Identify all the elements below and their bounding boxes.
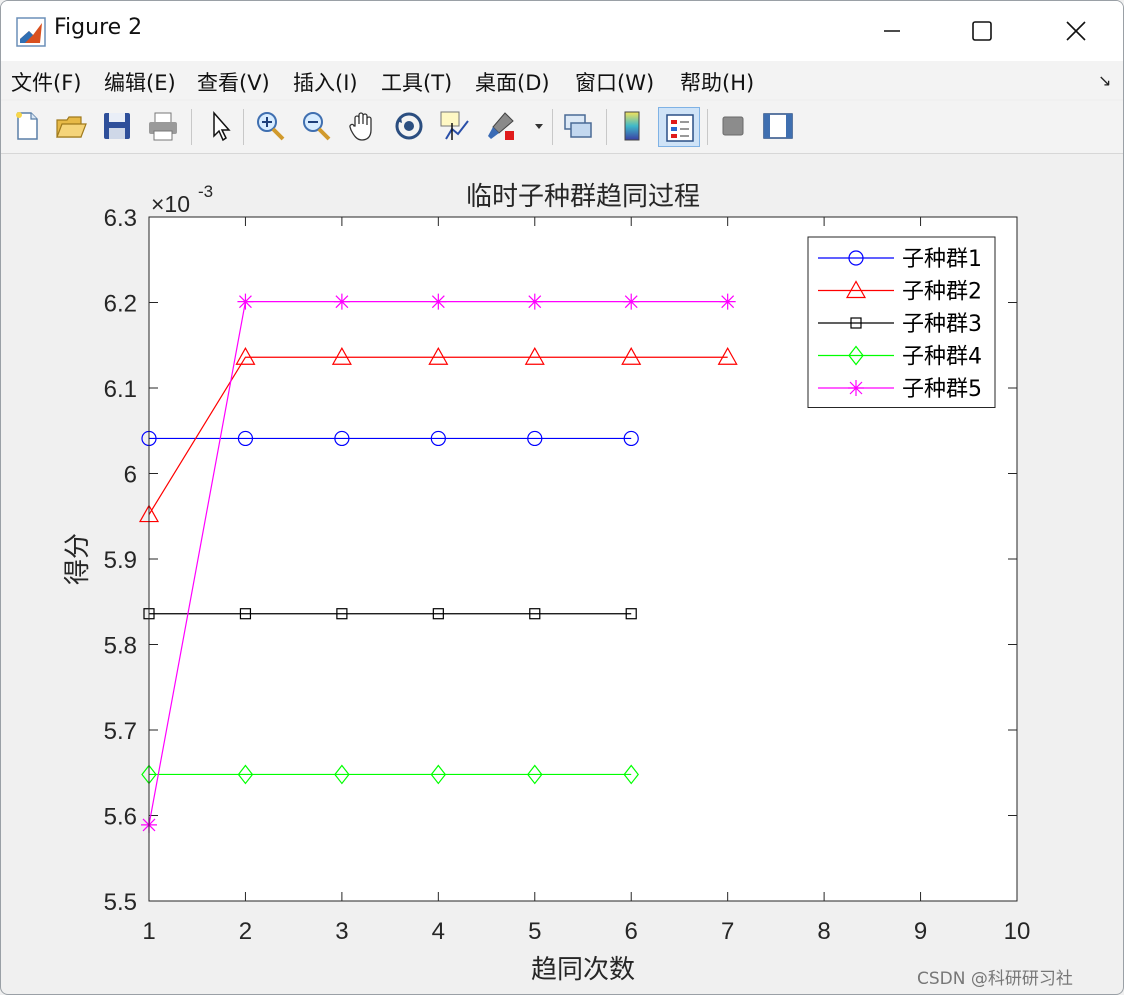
menu-view[interactable]: 查看(V) bbox=[197, 67, 270, 97]
minimize-icon bbox=[884, 30, 900, 32]
x-tick-label: 6 bbox=[625, 918, 638, 945]
x-tick-label: 8 bbox=[817, 918, 830, 945]
maximize-button[interactable] bbox=[959, 11, 1005, 51]
legend-label: 子种群3 bbox=[902, 312, 982, 337]
menu-window[interactable]: 窗口(W) bbox=[575, 67, 654, 97]
brush-icon[interactable] bbox=[485, 109, 519, 143]
print-icon[interactable] bbox=[146, 109, 180, 143]
menu-insert[interactable]: 插入(I) bbox=[293, 67, 358, 97]
minimize-button[interactable] bbox=[869, 11, 915, 51]
colorbar-icon[interactable] bbox=[615, 109, 649, 143]
legend-label: 子种群1 bbox=[902, 247, 982, 272]
menu-bar: 文件(F) 编辑(E) 查看(V) 插入(I) 工具(T) 桌面(D) 窗口(W… bbox=[1, 61, 1123, 99]
legend[interactable]: 子种群1 子种群2 子种群3 子种群4 子种群5 bbox=[807, 236, 996, 408]
close-button[interactable] bbox=[1053, 11, 1099, 51]
zoom-in-icon[interactable] bbox=[253, 109, 287, 143]
link-plot-icon[interactable] bbox=[561, 109, 595, 143]
dock-arrow-icon[interactable]: ↘ bbox=[1098, 71, 1111, 90]
y-tick-label: 5.9 bbox=[104, 547, 137, 574]
exponent-label: ×10 -3 bbox=[151, 182, 213, 217]
window-title: Figure 2 bbox=[54, 15, 143, 40]
chart-title: 临时子种群趋同过程 bbox=[466, 182, 700, 212]
y-tick-label: 5.7 bbox=[104, 718, 137, 745]
y-tick-label: 6 bbox=[124, 462, 137, 489]
menu-file[interactable]: 文件(F) bbox=[11, 67, 81, 97]
y-tick-label: 5.5 bbox=[104, 889, 137, 916]
toolbar-separator bbox=[606, 109, 607, 145]
legend-icon bbox=[666, 114, 694, 142]
data-point-marker bbox=[237, 293, 254, 310]
show-plot-tools-icon[interactable] bbox=[761, 109, 795, 143]
close-icon bbox=[1066, 21, 1086, 41]
rotate-3d-icon[interactable] bbox=[392, 109, 426, 143]
data-point-marker bbox=[333, 293, 350, 310]
toolbar bbox=[1, 101, 1123, 154]
data-point-marker bbox=[719, 293, 736, 310]
chevron-down-icon[interactable] bbox=[534, 121, 544, 131]
x-tick-label: 7 bbox=[721, 918, 734, 945]
x-tick-label: 10 bbox=[1004, 918, 1031, 945]
open-file-icon[interactable] bbox=[54, 109, 88, 143]
save-icon[interactable] bbox=[100, 109, 134, 143]
y-tick-label: 6.1 bbox=[104, 376, 137, 403]
x-tick-label: 1 bbox=[142, 918, 155, 945]
maximize-icon bbox=[972, 21, 992, 41]
x-axis-label: 趋同次数 bbox=[531, 955, 635, 985]
y-tick-label: 5.8 bbox=[104, 633, 137, 660]
y-tick-label: 6.2 bbox=[104, 291, 137, 318]
watermark: CSDN @科研研习社 bbox=[917, 969, 1073, 989]
legend-marker bbox=[848, 380, 864, 396]
hide-plot-tools-icon[interactable] bbox=[716, 109, 750, 143]
legend-label: 子种群2 bbox=[902, 280, 982, 305]
data-point-marker bbox=[430, 293, 447, 310]
matlab-logo-icon bbox=[16, 17, 46, 47]
data-point-marker bbox=[526, 293, 543, 310]
figure-canvas: 1 2 3 4 5 6 7 8 9 10 5.5 5.6 5.7 5.8 5.9 6 6.1 6.2 6.3 临时子… bbox=[63, 182, 1031, 985]
toolbar-separator bbox=[707, 109, 708, 145]
data-cursor-icon[interactable] bbox=[438, 109, 472, 143]
x-tick-label: 5 bbox=[528, 918, 541, 945]
pan-hand-icon[interactable] bbox=[346, 109, 380, 143]
legend-toggle-button[interactable] bbox=[658, 107, 700, 147]
legend-label: 子种群4 bbox=[902, 345, 982, 370]
x-tick-label: 3 bbox=[335, 918, 348, 945]
x-tick-label: 9 bbox=[914, 918, 927, 945]
menu-desktop[interactable]: 桌面(D) bbox=[475, 67, 550, 97]
legend-label: 子种群5 bbox=[902, 377, 982, 402]
new-figure-icon[interactable] bbox=[10, 109, 44, 143]
exponent-base: ×10 bbox=[151, 191, 190, 217]
x-tick-label: 4 bbox=[432, 918, 445, 945]
menu-help[interactable]: 帮助(H) bbox=[680, 67, 754, 97]
title-bar: Figure 2 bbox=[1, 1, 1123, 61]
toolbar-separator bbox=[552, 109, 553, 145]
figure-window: Figure 2 文件(F) 编辑(E) 查看(V) 插入(I) 工具(T) 桌… bbox=[0, 0, 1124, 995]
toolbar-separator bbox=[243, 109, 244, 145]
toolbar-separator bbox=[191, 109, 192, 145]
y-tick-label: 6.3 bbox=[104, 205, 137, 232]
y-tick-label: 5.6 bbox=[104, 804, 137, 831]
data-point-marker bbox=[623, 293, 640, 310]
exponent-power: -3 bbox=[198, 182, 213, 201]
select-arrow-icon[interactable] bbox=[203, 109, 237, 143]
menu-tools[interactable]: 工具(T) bbox=[381, 67, 452, 97]
x-tick-label: 2 bbox=[239, 918, 252, 945]
zoom-out-icon[interactable] bbox=[299, 109, 333, 143]
menu-edit[interactable]: 编辑(E) bbox=[104, 67, 176, 97]
y-axis-label: 得分 bbox=[63, 533, 93, 585]
